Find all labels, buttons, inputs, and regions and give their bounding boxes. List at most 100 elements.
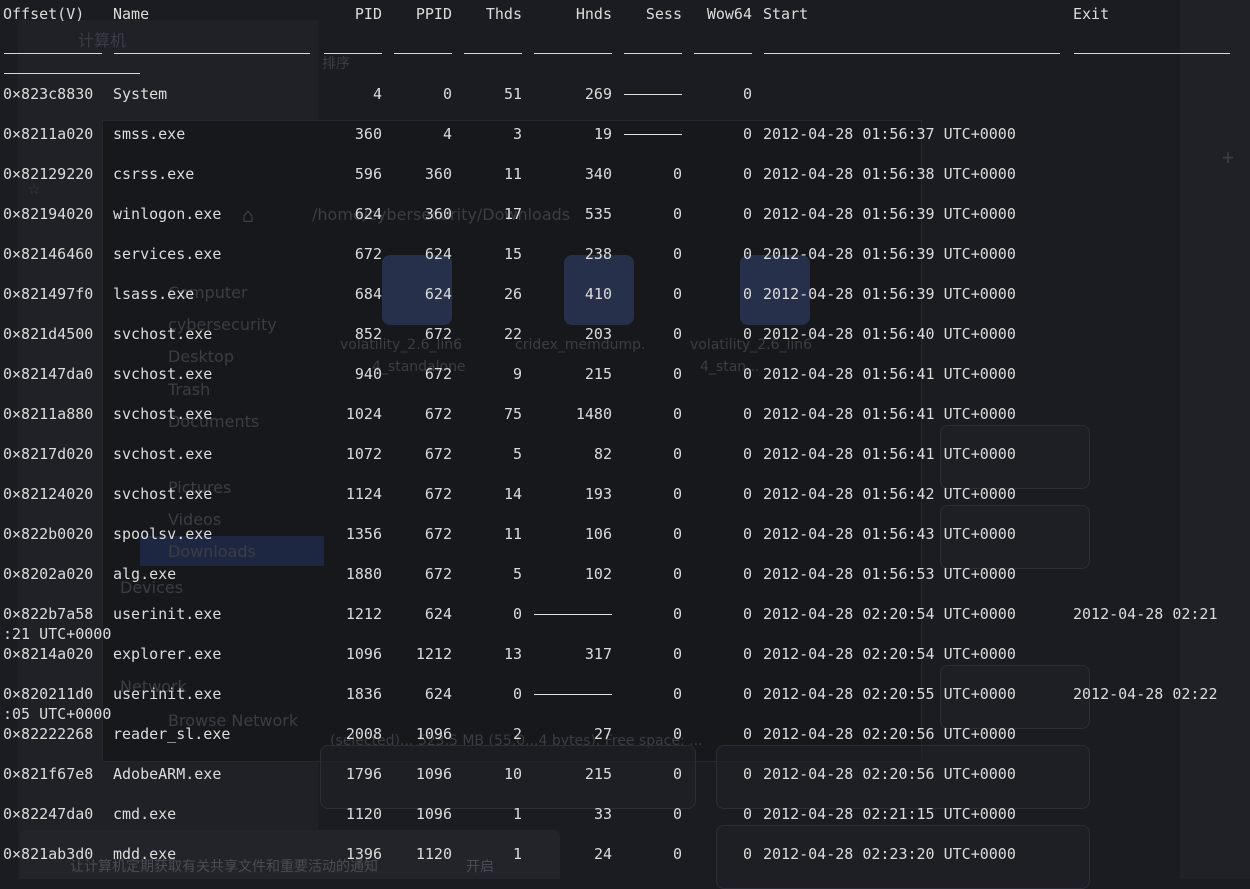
table-row: 0×821f67e8 AdobeARM.exe 1796 1096 10 215 0 0 201… — [0, 764, 1250, 784]
cell-ppid: 624 — [424, 245, 452, 263]
cell-pid: 1212 — [345, 605, 382, 623]
cell-hnds: 410 — [584, 285, 612, 303]
cell-hnds: 269 — [584, 85, 612, 103]
cell-sess-empty-dash — [624, 94, 682, 95]
cell-thds: 17 — [503, 205, 522, 223]
cell-wow64: 0 — [742, 565, 752, 583]
cell-hnds: 1480 — [575, 405, 612, 423]
cell-sess: 0 — [672, 725, 682, 743]
column-header-offset: Offset(V) — [3, 5, 85, 23]
cell-sess: 0 — [672, 245, 682, 263]
cell-thds: 3 — [512, 125, 522, 143]
header-rule — [114, 53, 310, 54]
cell-sess: 0 — [672, 205, 682, 223]
table-row: 0×822b0020 spoolsv.exe 1356 672 11 106 0 0 2012-… — [0, 524, 1250, 544]
cell-hnds: 535 — [584, 205, 612, 223]
cell-pid: 1120 — [345, 805, 382, 823]
header-rule-wrap — [4, 73, 140, 74]
exit-wrap-line: :21 UTC+0000 — [0, 624, 400, 644]
cell-sess: 0 — [672, 525, 682, 543]
table-row: 0×82147da0 svchost.exe 940 672 9 215 0 0 2012-04… — [0, 364, 1250, 384]
cell-ppid: 624 — [424, 285, 452, 303]
table-row: 0×823c8830 System 4 0 51 269 0 — [0, 84, 1250, 104]
cell-thds: 51 — [503, 85, 522, 103]
cell-name: lsass.exe — [113, 285, 195, 303]
cell-pid: 1356 — [345, 525, 382, 543]
table-row: 0×82222268 reader_sl.exe 2008 1096 2 27 0 0 2012… — [0, 724, 1250, 744]
cell-pid: 1072 — [345, 445, 382, 463]
cell-name: svchost.exe — [113, 445, 213, 463]
cell-thds: 1 — [512, 845, 522, 863]
cell-name: cmd.exe — [113, 805, 177, 823]
cell-pid: 1124 — [345, 485, 382, 503]
cell-thds: 11 — [503, 165, 522, 183]
cell-thds: 14 — [503, 485, 522, 503]
table-row: 0×82124020 svchost.exe 1124 672 14 193 0 0 2012-… — [0, 484, 1250, 504]
cell-sess: 0 — [672, 165, 682, 183]
cell-offset: 0×82124020 — [3, 485, 94, 503]
cell-start: 2012-04-28 01:56:53 UTC+0000 — [763, 565, 1016, 583]
cell-name: AdobeARM.exe — [113, 765, 222, 783]
cell-exit: 2012-04-28 02:22 — [1073, 685, 1218, 703]
cell-sess: 0 — [672, 845, 682, 863]
cell-name: reader_sl.exe — [113, 725, 231, 743]
cell-ppid: 672 — [424, 525, 452, 543]
cell-start: 2012-04-28 02:20:55 UTC+0000 — [763, 685, 1016, 703]
cell-thds: 1 — [512, 805, 522, 823]
header-rule — [534, 53, 612, 54]
cell-thds: 26 — [503, 285, 522, 303]
cell-sess: 0 — [672, 445, 682, 463]
cell-sess: 0 — [672, 605, 682, 623]
cell-hnds: 106 — [584, 525, 612, 543]
table-row: 0×82146460 services.exe 672 624 15 238 0 0 2012-… — [0, 244, 1250, 264]
cell-name: mdd.exe — [113, 845, 177, 863]
cell-offset: 0×8202a020 — [3, 565, 94, 583]
cell-thds: 5 — [512, 565, 522, 583]
cell-start: 2012-04-28 01:56:39 UTC+0000 — [763, 285, 1016, 303]
cell-ppid: 1212 — [415, 645, 452, 663]
cell-hnds: 238 — [584, 245, 612, 263]
cell-hnds: 317 — [584, 645, 612, 663]
table-row: 0×821d4500 svchost.exe 852 672 22 203 0 0 2012-0… — [0, 324, 1250, 344]
table-row: 0×82129220 csrss.exe 596 360 11 340 0 0 2012-04-… — [0, 164, 1250, 184]
cell-hnds: 24 — [593, 845, 612, 863]
cell-offset: 0×82146460 — [3, 245, 94, 263]
cell-wow64: 0 — [742, 405, 752, 423]
cell-hnds: 27 — [593, 725, 612, 743]
header-rule — [764, 53, 1060, 54]
cell-ppid: 624 — [424, 605, 452, 623]
cell-offset: 0×820211d0 — [3, 685, 94, 703]
cell-ppid: 360 — [424, 205, 452, 223]
cell-thds: 11 — [503, 525, 522, 543]
table-row: 0×821497f0 lsass.exe 684 624 26 410 0 0 2012-04-… — [0, 284, 1250, 304]
cell-sess: 0 — [672, 685, 682, 703]
cell-wow64: 0 — [742, 845, 752, 863]
cell-sess: 0 — [672, 325, 682, 343]
cell-name: spoolsv.exe — [113, 525, 213, 543]
cell-pid: 684 — [354, 285, 382, 303]
cell-ppid: 0 — [442, 85, 452, 103]
cell-start: 2012-04-28 01:56:39 UTC+0000 — [763, 245, 1016, 263]
cell-offset: 0×8217d020 — [3, 445, 94, 463]
cell-wow64: 0 — [742, 125, 752, 143]
cell-pid: 1096 — [345, 645, 382, 663]
cell-wow64: 0 — [742, 685, 752, 703]
cell-hnds: 33 — [593, 805, 612, 823]
cell-name: svchost.exe — [113, 325, 213, 343]
column-header-name: Name — [113, 5, 150, 23]
cell-wow64: 0 — [742, 485, 752, 503]
cell-offset: 0×821d4500 — [3, 325, 94, 343]
cell-offset: 0×821ab3d0 — [3, 845, 94, 863]
cell-offset: 0×822b0020 — [3, 525, 94, 543]
cell-wow64: 0 — [742, 205, 752, 223]
cell-sess: 0 — [672, 565, 682, 583]
header-rule — [324, 53, 382, 54]
cell-sess: 0 — [672, 405, 682, 423]
cell-offset: 0×821f67e8 — [3, 765, 94, 783]
cell-sess: 0 — [672, 765, 682, 783]
cell-sess: 0 — [672, 285, 682, 303]
cell-start: 2012-04-28 01:56:41 UTC+0000 — [763, 405, 1016, 423]
cell-pid: 1024 — [345, 405, 382, 423]
cell-wow64: 0 — [742, 85, 752, 103]
cell-offset: 0×8211a880 — [3, 405, 94, 423]
